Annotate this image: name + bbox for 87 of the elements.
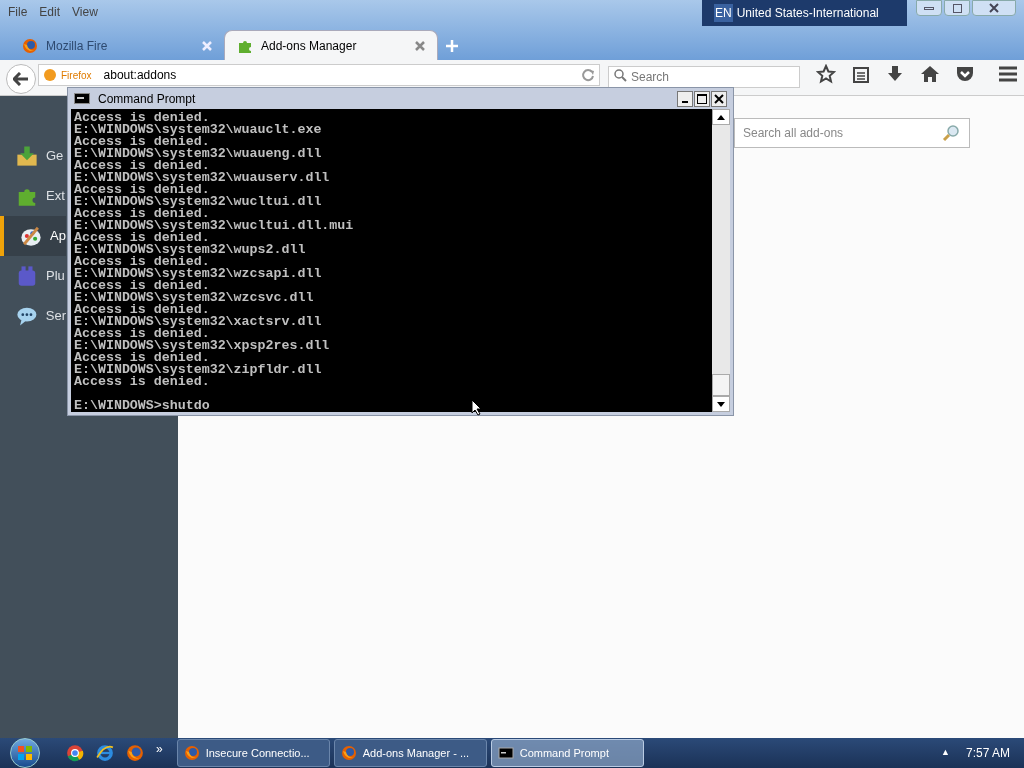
console-line: E:\WINDOWS\system32\wuauserv.dll <box>74 172 331 184</box>
console-prompt[interactable]: E:\WINDOWS>shutdo <box>74 400 712 412</box>
close-icon[interactable] <box>415 40 425 51</box>
console-line: Access is denied. <box>74 208 210 220</box>
scroll-down-button[interactable] <box>712 396 730 412</box>
plugin-block-icon <box>16 265 38 287</box>
close-icon <box>714 93 724 104</box>
restore-button[interactable] <box>944 0 970 16</box>
new-tab-icon[interactable] <box>446 40 458 52</box>
console-line: E:\WINDOWS\system32\wucltui.dll <box>74 196 323 208</box>
console-line: Access is denied. <box>74 184 210 196</box>
clock: 7:57 AM <box>965 745 1010 762</box>
menu-item[interactable]: File <box>8 3 28 21</box>
console-line: Access is denied. <box>74 280 210 292</box>
close-button[interactable] <box>972 0 1016 16</box>
scrollbar[interactable] <box>712 109 730 412</box>
scroll-thumb[interactable] <box>712 374 730 396</box>
overflow-chevron[interactable]: » <box>156 740 163 758</box>
close-button[interactable] <box>711 90 727 107</box>
down-arrow-icon <box>717 401 725 407</box>
tab[interactable]: Mozilla Fire <box>10 32 224 60</box>
back-arrow-icon <box>13 72 29 86</box>
console-line: Access is denied. <box>74 328 210 340</box>
taskbar-button[interactable]: Command Prompt <box>490 739 644 767</box>
taskbar-button[interactable]: Add-ons Manager - ... <box>333 739 487 767</box>
sidebar-item[interactable]: Ge <box>0 136 66 176</box>
window-title: Command Prompt <box>98 90 196 108</box>
speech-bubble-icon <box>16 305 38 327</box>
console-line: E:\WINDOWS\system32\wups2.dll <box>74 244 307 256</box>
console-line: E:\WINDOWS\system32\wuauclt.exe <box>74 124 323 136</box>
chrome-icon[interactable] <box>66 744 84 762</box>
up-arrow-icon <box>717 114 725 120</box>
sidebar-item[interactable]: Ext <box>0 176 66 216</box>
menu-item[interactable]: View <box>72 3 98 21</box>
console-line: E:\WINDOWS\system32\wuaueng.dll <box>74 148 323 160</box>
console-line: E:\WINDOWS\system32\wzcsapi.dll <box>74 268 323 280</box>
address-bar[interactable]: Firefox about:addons <box>38 64 600 86</box>
clipboard-icon[interactable] <box>852 65 870 83</box>
taskbar-button[interactable]: Insecure Connectio... <box>176 739 330 767</box>
console-line: Access is denied. <box>74 232 210 244</box>
console-line: Access is denied. <box>74 352 210 364</box>
menu-icon[interactable] <box>998 66 1018 82</box>
console-line: Access is denied. <box>74 304 210 316</box>
download-icon[interactable] <box>886 65 904 83</box>
console-icon <box>497 745 514 761</box>
tab[interactable]: Add-ons Manager <box>224 30 438 60</box>
identity-label: Firefox <box>61 68 92 83</box>
bookmark-star-icon[interactable] <box>816 64 836 84</box>
console-line: Access is denied. <box>74 256 210 268</box>
tab-label: Mozilla Fire <box>46 38 109 55</box>
console-line: E:\WINDOWS\system32\xactsrv.dll <box>74 316 323 328</box>
sidebar-item[interactable]: Ser <box>0 296 66 336</box>
palette-icon <box>20 225 42 247</box>
sidebar-item[interactable]: Plu <box>0 256 66 296</box>
language-bar[interactable]: EN United States-International <box>702 0 907 26</box>
console-line: E:\WINDOWS\system32\zipfldr.dll <box>74 364 323 376</box>
console-line: E:\WINDOWS\system32\wzcsvc.dll <box>74 292 315 304</box>
back-button[interactable] <box>6 64 36 94</box>
console-line: Access is denied. <box>74 376 210 388</box>
home-icon[interactable] <box>920 65 940 83</box>
console-line: Access is denied. <box>74 136 210 148</box>
pocket-icon[interactable] <box>956 65 974 83</box>
search-icon <box>613 68 627 82</box>
download-box-icon <box>16 145 38 167</box>
tab-label: Add-ons Manager <box>261 37 358 55</box>
language-name: United States-International <box>736 5 879 22</box>
console-line: E:\WINDOWS\system32\wucltui.dll.mui <box>74 220 355 232</box>
magnifier-icon <box>942 124 960 142</box>
internet-explorer-icon[interactable] <box>96 744 114 762</box>
menu-item[interactable]: Edit <box>39 3 61 21</box>
start-button[interactable] <box>10 738 40 768</box>
tray-arrow[interactable]: ▲ <box>941 746 950 760</box>
url-text: about:addons <box>103 67 177 84</box>
close-icon <box>988 3 1000 13</box>
scroll-up-button[interactable] <box>712 109 730 125</box>
console-line: Access is denied. <box>74 160 210 172</box>
minimize-button[interactable] <box>677 90 693 107</box>
maximize-button[interactable] <box>694 90 710 107</box>
console-icon <box>74 93 90 104</box>
language-code: EN <box>714 4 733 22</box>
reload-icon[interactable] <box>581 68 595 82</box>
four-squares-icon <box>17 745 33 761</box>
console-line: E:\WINDOWS\system32\xpsp2res.dll <box>74 340 331 352</box>
console-line: Access is denied. <box>74 112 210 124</box>
search-field[interactable]: Search <box>608 66 800 88</box>
sidebar-item[interactable]: Ap <box>0 216 66 256</box>
add-ons-search-field[interactable]: Search all add-ons <box>734 118 970 148</box>
